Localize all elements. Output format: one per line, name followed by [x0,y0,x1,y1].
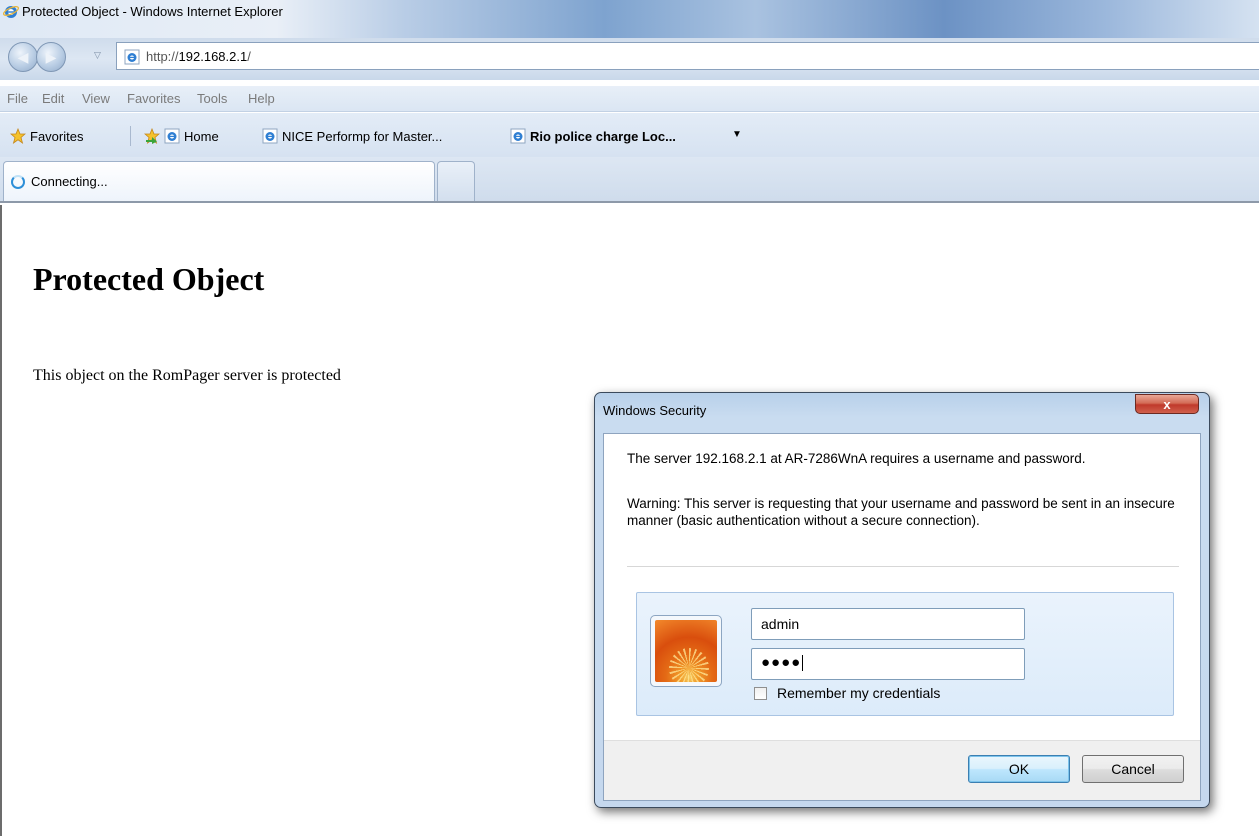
cancel-label: Cancel [1111,761,1155,777]
fav-link-nice[interactable]: NICE Performp for Master... [262,128,442,144]
close-icon: x [1163,396,1171,412]
ie-page-icon [510,128,526,144]
insecure-warning: Warning: This server is requesting that … [627,496,1175,528]
ie-page-icon [164,128,180,144]
page-heading: Protected Object [33,261,265,297]
menu-file[interactable]: File [7,91,28,106]
credential-panel: admin ●●●● Remember my credentials [636,592,1174,716]
server-message: The server 192.168.2.1 at AR-7286WnA req… [627,451,1086,466]
dialog-divider [627,566,1179,567]
window-title: Protected Object - Windows Internet Expl… [22,4,283,19]
close-button[interactable]: x [1135,394,1199,414]
back-button[interactable]: ◀ [8,42,38,72]
title-bar: Protected Object - Windows Internet Expl… [0,0,1259,38]
forward-arrow-icon: ▶ [45,48,57,65]
remember-credentials-label[interactable]: Remember my credentials [777,685,940,701]
username-field[interactable]: admin [751,608,1025,640]
tab-strip: Connecting... [0,157,1259,203]
tab-label: Connecting... [31,174,108,189]
fav-link-rio[interactable]: Rio police charge Loc... [510,128,676,144]
text-caret [802,655,804,672]
history-dropdown-icon[interactable]: ▽ [94,50,101,61]
page-ie-icon [124,49,140,65]
ok-button[interactable]: OK [968,755,1070,783]
username-value: admin [761,616,800,632]
menu-favorites[interactable]: Favorites [127,91,180,106]
page-body-text: This object on the RomPager server is pr… [33,367,341,384]
url-text[interactable]: http://192.168.2.1/ [146,49,251,64]
windows-security-dialog: Windows Security x The server 192.168.2.… [594,392,1210,808]
password-value: ●●●● [761,654,802,671]
address-bar[interactable]: http://192.168.2.1/ [116,42,1259,70]
fav-link-home[interactable]: Home [164,128,219,144]
favorites-label: Favorites [30,128,84,144]
dialog-title: Windows Security [603,403,707,418]
menu-tools[interactable]: Tools [197,91,227,106]
user-picture-icon [650,615,722,687]
favorites-separator [130,126,131,146]
remember-credentials-checkbox[interactable] [754,687,767,700]
dialog-body: The server 192.168.2.1 at AR-7286WnA req… [603,433,1201,801]
spinner-icon [11,175,25,189]
favorites-button[interactable]: Favorites [10,128,83,144]
cancel-button[interactable]: Cancel [1082,755,1184,783]
fav-link-label: Rio police charge Loc... [530,128,676,144]
back-arrow-icon: ◀ [17,48,29,65]
menu-help[interactable]: Help [248,91,275,106]
favorites-bar: Favorites Home NICE Performp for Master.… [0,113,1259,157]
add-to-favorites-icon[interactable] [144,128,160,144]
star-icon [10,128,26,144]
fav-link-label: NICE Performp for Master... [282,128,443,144]
new-tab-button[interactable] [437,161,475,201]
address-toolbar: ◀ ▶ ▽ http://192.168.2.1/ [0,38,1259,80]
menu-view[interactable]: View [82,91,110,106]
password-field[interactable]: ●●●● [751,648,1025,680]
forward-button[interactable]: ▶ [36,42,66,72]
menu-edit[interactable]: Edit [42,91,64,106]
more-favorites-chevron-icon[interactable]: ▼ [732,129,742,140]
tab-connecting[interactable]: Connecting... [3,161,435,201]
ok-label: OK [1008,761,1030,777]
dialog-button-strip: OK Cancel [604,740,1200,800]
ie-page-icon [262,128,278,144]
fav-link-label: Home [184,128,219,144]
menu-bar: File Edit View Favorites Tools Help [0,86,1259,112]
ie-icon [3,6,19,18]
flower-image [655,620,717,682]
